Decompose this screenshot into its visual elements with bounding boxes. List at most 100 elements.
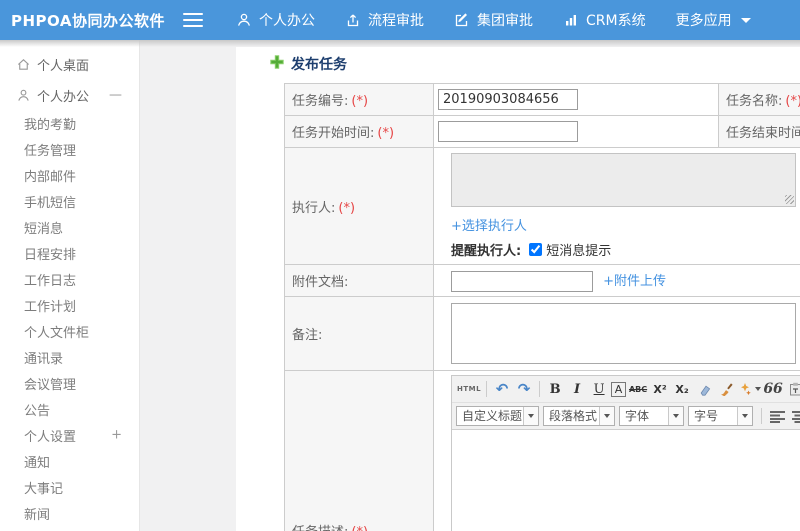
app-window: PHPOA协同办公软件 个人办公 流程审批 集团审批 CRM系统 更多应用 个人… [0, 0, 800, 531]
nav-group-approval[interactable]: 集团审批 [439, 0, 548, 40]
sidebar-item-news[interactable]: 新闻 [0, 500, 139, 526]
remark-label-cell: 备注: [284, 296, 434, 371]
sms-remind-checkbox[interactable] [529, 243, 543, 256]
select-value: 字体 [625, 409, 650, 423]
sidebar-item-announcement[interactable]: 公告 [0, 396, 139, 422]
required-mark: (*) [351, 94, 369, 109]
sidebar-item-notice[interactable]: 通知 [0, 448, 139, 474]
align-center-icon[interactable] [789, 406, 800, 426]
expand-icon[interactable]: + [111, 428, 122, 443]
remind-executor-row: 提醒执行人: 短消息提示 [451, 240, 800, 259]
custom-heading-select[interactable]: 自定义标题 [456, 406, 539, 426]
sidebar-item-personal-settings[interactable]: 个人设置 + [0, 422, 139, 448]
task-number-input[interactable] [438, 89, 578, 110]
description-label: 任务描述: [292, 525, 348, 531]
task-number-label-cell: 任务编号: (*) [284, 83, 434, 116]
align-left-icon[interactable] [767, 406, 787, 426]
sidebar-item-label: 日程安排 [24, 247, 77, 263]
collapse-icon[interactable]: — [109, 88, 122, 103]
required-mark: (*) [785, 94, 800, 109]
nav-personal-office[interactable]: 个人办公 [221, 0, 330, 40]
sidebar-item-work-log[interactable]: 工作日志 [0, 266, 139, 292]
paragraph-format-select[interactable]: 段落格式 [543, 406, 615, 426]
nav-process-approval[interactable]: 流程审批 [330, 0, 439, 40]
attachment-input[interactable] [451, 270, 593, 292]
form-row-task-number: 任务编号:(*) 任务名称:(*) [284, 83, 800, 116]
start-time-label: 任务开始时间: [292, 126, 375, 141]
sidebar-item-label: 工作计划 [24, 299, 77, 315]
attachment-label: 附件文档: [292, 275, 349, 290]
sidebar-item-label: 手机短信 [24, 195, 77, 211]
format-brush-icon[interactable] [716, 379, 736, 399]
sidebar-item-short-message[interactable]: 短消息 [0, 214, 139, 240]
sidebar-item-label: 个人办公 [37, 89, 90, 105]
sidebar-item-big-events[interactable]: 大事记 [0, 474, 139, 500]
resize-handle-icon[interactable] [785, 195, 794, 204]
redo-icon[interactable]: ↷ [514, 379, 534, 399]
required-mark: (*) [338, 200, 356, 216]
undo-icon[interactable]: ↶ [492, 379, 512, 399]
font-style-button[interactable]: A [611, 381, 627, 397]
font-family-select[interactable]: 字体 [619, 406, 684, 426]
hamburger-menu-icon[interactable] [183, 13, 203, 27]
sidebar-item-partial[interactable]: 投票调查 [0, 526, 139, 531]
nav-label: 集团审批 [477, 13, 533, 29]
sidebar-item-personal-desktop[interactable]: 个人桌面 [0, 48, 139, 80]
required-mark: (*) [377, 126, 395, 141]
sidebar-item-label: 个人桌面 [37, 58, 90, 74]
html-source-button[interactable]: HTML [457, 379, 481, 399]
sidebar-item-task-management[interactable]: 任务管理 [0, 136, 139, 162]
italic-button[interactable]: I [567, 379, 587, 399]
nav-label: CRM系统 [586, 13, 646, 29]
sidebar-item-label: 内部邮件 [24, 169, 77, 185]
attachment-input-cell: +附件上传 [433, 264, 800, 297]
sidebar-item-contacts[interactable]: 通讯录 [0, 344, 139, 370]
executor-input-cell: +选择执行人 提醒执行人: 短消息提示 [433, 147, 800, 265]
remark-textarea[interactable] [451, 303, 796, 364]
strikethrough-button[interactable]: ABC [628, 379, 648, 399]
subscript-button[interactable]: X₂ [672, 379, 692, 399]
content-panel: 发布任务 任务编号:(*) 任务名称:(*) [236, 47, 800, 531]
start-time-input[interactable] [438, 121, 578, 142]
paste-clipboard-icon[interactable] [785, 379, 800, 399]
caret-down-icon [740, 17, 751, 23]
sidebar-item-meeting-management[interactable]: 会议管理 [0, 370, 139, 396]
sidebar-item-personal-files[interactable]: 个人文件柜 [0, 318, 139, 344]
attachment-label-cell: 附件文档: [284, 264, 434, 297]
attachment-upload-link[interactable]: +附件上传 [603, 274, 666, 289]
user-icon [15, 87, 31, 103]
underline-button[interactable]: U [589, 379, 609, 399]
magic-wand-icon[interactable] [738, 379, 762, 399]
sms-remind-label: 短消息提示 [546, 244, 612, 259]
sidebar-menu: 个人桌面 个人办公 — 我的考勤 任务管理 内部邮件 手机短信 短消息 日程安排… [0, 40, 140, 531]
superscript-button[interactable]: X² [650, 379, 670, 399]
toolbar-separator [761, 408, 762, 424]
task-number-input-cell [433, 83, 719, 116]
editor-toolbar-row2: 自定义标题 段落格式 字体 字号 [452, 403, 800, 430]
process-approval-icon [345, 12, 361, 28]
bar-chart-icon [563, 12, 579, 28]
bold-button[interactable]: B [545, 379, 565, 399]
editor-toolbar-row1: HTML ↶ ↷ B I U A ABC X² X₂ 66 [452, 376, 800, 403]
sidebar-item-label: 通讯录 [24, 351, 64, 367]
eraser-icon[interactable] [694, 379, 714, 399]
executor-label-cell: 执行人: (*) [284, 147, 434, 265]
nav-more-apps[interactable]: 更多应用 [661, 0, 766, 40]
remark-label: 备注: [292, 328, 323, 343]
sidebar-item-label: 工作日志 [24, 273, 77, 289]
sidebar-item-label: 通知 [24, 455, 51, 471]
sidebar-item-personal-office[interactable]: 个人办公 — [0, 80, 139, 110]
editor-content-area[interactable] [452, 430, 800, 531]
remark-input-cell [433, 296, 800, 371]
sidebar-item-work-plan[interactable]: 工作计划 [0, 292, 139, 318]
nav-crm-system[interactable]: CRM系统 [548, 0, 661, 40]
blockquote-button[interactable]: 66 [763, 379, 783, 399]
form-row-remark: 备注: [284, 296, 800, 371]
sidebar-item-my-attendance[interactable]: 我的考勤 [0, 110, 139, 136]
choose-executor-link[interactable]: +选择执行人 [451, 215, 527, 234]
sidebar-item-mobile-sms[interactable]: 手机短信 [0, 188, 139, 214]
sidebar-item-schedule[interactable]: 日程安排 [0, 240, 139, 266]
sidebar-item-internal-mail[interactable]: 内部邮件 [0, 162, 139, 188]
executor-textarea[interactable] [451, 153, 796, 207]
font-size-select[interactable]: 字号 [688, 406, 753, 426]
